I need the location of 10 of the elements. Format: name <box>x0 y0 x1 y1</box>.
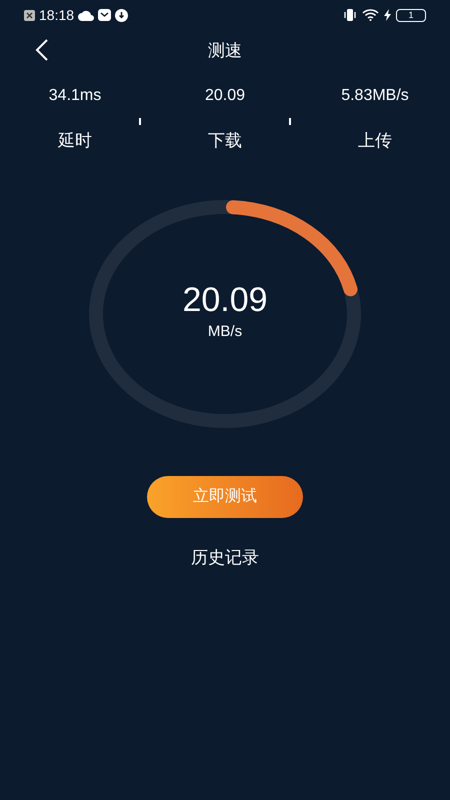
status-time: 18:18 <box>39 6 74 24</box>
stat-label: 上传 <box>358 130 392 152</box>
page-title: 测速 <box>208 40 242 62</box>
stat-label: 下载 <box>208 130 242 152</box>
battery-icon: 1 <box>396 8 426 22</box>
stat-value: 34.1ms <box>48 86 102 106</box>
stat-label: 延时 <box>58 130 92 152</box>
stat-value: 20.09 <box>204 86 246 106</box>
history-link[interactable]: 历史记录 <box>191 544 259 570</box>
stat-value: 5.83MB/s <box>341 86 409 106</box>
